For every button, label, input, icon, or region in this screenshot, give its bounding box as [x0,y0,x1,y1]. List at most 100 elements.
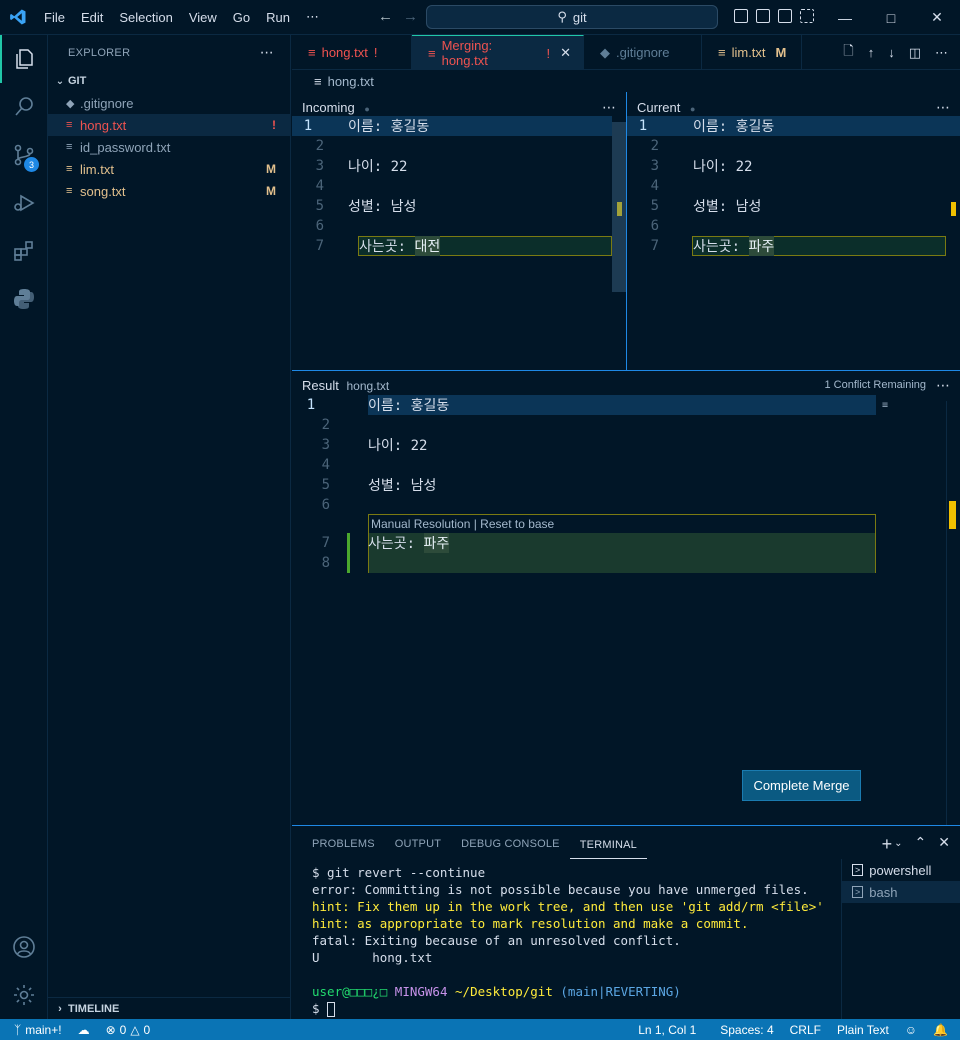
lightbulb-icon[interactable]: ≡ [882,400,888,411]
toggle-sidebar-icon[interactable] [734,9,748,23]
file-gitignore[interactable]: ◆ .gitignore [48,92,290,114]
line-text[interactable]: 성별: 남성 [693,196,761,216]
code-line: 4 [292,455,892,475]
incoming-more-icon[interactable]: ⋯ [602,99,616,116]
line-number: 4 [315,178,324,194]
forward-arrow-icon[interactable]: → [403,8,418,25]
run-debug-icon[interactable] [0,179,48,227]
cursor-position[interactable]: Ln 1, Col 1 [630,1023,704,1037]
tab-merging-hong[interactable]: ≡ Merging: hong.txt ! ✕ [412,35,584,70]
line-text[interactable]: 나이: 22 [348,156,407,176]
code-line: 6 [627,216,960,236]
minimize-icon[interactable]: — [822,0,868,35]
branch-status[interactable]: ᛉ main+! [0,1023,70,1037]
close-tab-icon[interactable]: ✕ [560,45,571,61]
tab-hong[interactable]: ≡ hong.txt ! [292,35,412,70]
more-actions-icon[interactable]: ⋯ [935,45,948,61]
line-text[interactable]: 이름: 홍길동 [348,116,429,136]
file-id-password[interactable]: ≡ id_password.txt [48,136,290,158]
timeline-section[interactable]: › TIMELINE [48,997,291,1019]
tab-debug-console[interactable]: DEBUG CONSOLE [451,826,570,861]
indentation[interactable]: Spaces: 4 [712,1023,781,1037]
code-line: 7 사는곳: 대전 [292,236,612,256]
menu-more[interactable]: ⋯ [298,9,327,25]
terminal-output[interactable]: $ git revert --continue error: Committin… [312,864,824,1017]
prompt-user: user@□□□¿□ [312,984,388,999]
line-text[interactable]: 나이: 22 [693,156,752,176]
tab-gitignore[interactable]: ◆ .gitignore [584,35,702,70]
menu-view[interactable]: View [181,10,225,25]
changed-text[interactable]: 파주 [423,533,450,553]
modified-status-badge: M [266,162,276,176]
toggle-panel-icon[interactable] [756,9,770,23]
tab-problems[interactable]: PROBLEMS [302,826,385,861]
toggle-secondary-sidebar-icon[interactable] [778,9,792,23]
line-text[interactable]: 사는곳: [368,533,424,553]
codelens-actions[interactable]: Manual Resolution | Reset to base [369,515,875,533]
tab-output[interactable]: OUTPUT [385,826,451,861]
line-text[interactable]: 이름: 홍길동 [693,116,774,136]
feedback-icon[interactable]: ☺ [897,1023,925,1037]
result-more-icon[interactable]: ⋯ [936,377,950,394]
terminal-item-bash[interactable]: > bash [842,881,960,903]
notifications-bell-icon[interactable]: 🔔 [925,1023,960,1037]
explorer-title: EXPLORER [68,46,131,59]
menu-go[interactable]: Go [225,10,258,25]
current-conflict-block[interactable]: 사는곳: 파주 [692,236,946,256]
close-panel-icon[interactable]: ✕ [938,834,950,855]
current-more-icon[interactable]: ⋯ [936,99,950,116]
result-code: 1 이름: 홍길동 ≡ 2 3 나이: 22 4 5 성별: 남성 6 [292,395,892,515]
menu-selection[interactable]: Selection [111,10,180,25]
sync-status[interactable]: ☁ [70,1023,98,1037]
maximize-panel-icon[interactable]: ⌃ [915,834,927,855]
maximize-icon[interactable]: □ [868,0,914,35]
settings-gear-icon[interactable] [0,971,48,1019]
line-text[interactable]: 성별: 남성 [368,475,436,495]
breadcrumb-file[interactable]: hong.txt [328,74,374,89]
file-lim[interactable]: ≡ lim.txt M [48,158,290,180]
line-text[interactable]: 나이: 22 [368,435,427,455]
menu-run[interactable]: Run [258,10,298,25]
file-song[interactable]: ≡ song.txt M [48,180,290,202]
terminal-item-powershell[interactable]: > powershell [842,859,960,881]
new-terminal-icon[interactable]: + [882,834,893,855]
text-file-icon: ≡ [718,45,726,60]
problems-status[interactable]: ⊗ 0 △ 0 [98,1023,159,1037]
tab-lim[interactable]: ≡ lim.txt M [702,35,802,70]
menu-file[interactable]: File [36,10,73,25]
account-icon[interactable] [0,923,48,971]
menu-edit[interactable]: Edit [73,10,111,25]
folder-name: GIT [68,75,87,87]
explorer-icon[interactable] [0,35,48,83]
command-center-label: git [572,9,587,25]
file-hong[interactable]: ≡ hong.txt ! [48,114,290,136]
python-icon[interactable] [0,275,48,323]
open-file-icon[interactable]: 🗋 [843,42,853,64]
split-editor-icon[interactable]: ◫ [909,45,921,61]
previous-conflict-icon[interactable]: ↑ [868,45,875,60]
language-mode[interactable]: Plain Text [829,1023,897,1037]
explorer-more-icon[interactable]: ⋯ [260,44,274,61]
complete-merge-button[interactable]: Complete Merge [742,770,861,801]
terminal-input-line[interactable]: $ [312,1000,824,1017]
line-text[interactable]: 이름: 홍길동 [368,395,449,415]
tab-terminal[interactable]: TERMINAL [569,831,647,859]
line-ending[interactable]: CRLF [782,1023,829,1037]
overview-marker [949,501,956,529]
command-center-search[interactable]: ⚲ git [426,5,718,29]
close-window-icon[interactable]: ✕ [914,0,960,35]
code-line: 3 나이: 22 [292,435,892,455]
extensions-icon[interactable] [0,227,48,275]
source-control-icon[interactable]: 3 [0,131,48,179]
search-sidebar-icon[interactable] [0,83,48,131]
customize-layout-icon[interactable] [800,9,814,23]
terminal-icon: > [852,864,864,876]
back-arrow-icon[interactable]: ← [378,8,393,25]
explorer-sidebar: EXPLORER ⋯ ⌄ GIT ◆ .gitignore ≡ hong.txt… [48,35,291,1019]
folder-git[interactable]: ⌄ GIT [48,70,290,92]
line-text[interactable]: 성별: 남성 [348,196,416,216]
incoming-conflict-block[interactable]: 사는곳: 대전 [358,236,612,256]
next-conflict-icon[interactable]: ↓ [888,45,895,60]
chevron-down-icon[interactable]: ⌄ [894,838,902,855]
